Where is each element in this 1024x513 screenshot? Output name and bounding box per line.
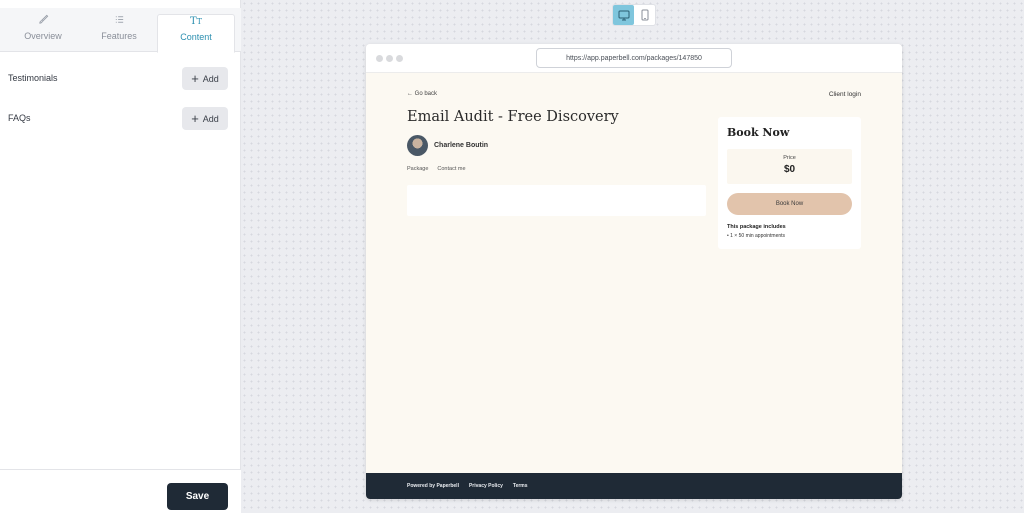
tab-overview-label: Overview [24,31,62,41]
section-faqs-label: FAQs [8,113,31,123]
tab-features-label: Features [101,31,137,41]
book-card-title: Book Now [727,126,790,139]
terms-link[interactable]: Terms [513,483,528,489]
price-label: Price [783,155,796,161]
add-faq-label: Add [202,113,219,124]
plus-icon: + [191,110,199,126]
desktop-icon [618,10,629,20]
tab-content-label: Content [180,32,212,42]
includes-item: • 1 × 50 min appointments [727,233,786,239]
tab-content[interactable]: TT Content [157,14,235,53]
price-value: $0 [783,164,796,175]
device-toggle [612,4,656,26]
section-testimonials: Testimonials + Add [0,67,241,91]
section-testimonials-label: Testimonials [8,73,58,83]
client-login-link[interactable]: Client login [829,91,861,98]
url-bar[interactable]: https://app.paperbell.com/packages/14785… [536,48,732,68]
tab-features[interactable]: Features [80,14,158,52]
tab-overview[interactable]: Overview [4,14,82,52]
includes-title: This package includes [727,224,786,230]
desktop-view-button[interactable] [613,5,634,25]
package-title: Email Audit - Free Discovery [407,109,619,125]
powered-by-text: Powered by Paperbell [407,483,459,489]
avatar [407,135,428,156]
author-name: Charlene Boutin [434,142,489,149]
go-back-link[interactable]: ← Go back [407,91,437,97]
book-now-card: Book Now Price $0 Book Now This package … [718,117,861,249]
list-icon [80,14,158,28]
window-dot-icon [386,55,393,62]
package-subnav: Package Contact me [407,166,466,172]
typography-icon: TT [189,16,202,27]
package-content-box [407,185,706,216]
section-faqs: FAQs + Add [0,107,241,131]
add-testimonial-button[interactable]: + Add [182,67,228,90]
browser-preview: https://app.paperbell.com/packages/14785… [366,44,902,499]
plus-icon: + [191,70,199,86]
window-dot-icon [396,55,403,62]
add-testimonial-label: Add [202,73,219,84]
book-now-button[interactable]: Book Now [727,193,852,215]
subnav-contact-me[interactable]: Contact me [437,166,465,172]
editor-tabs: Overview Features TT Content [0,8,241,53]
preview-footer: Powered by Paperbell Privacy Policy Term… [366,473,902,499]
editor-footer: Save [0,469,241,513]
brush-icon [4,14,82,28]
price-box: Price $0 [727,149,852,184]
window-dot-icon [376,55,383,62]
subnav-package[interactable]: Package [407,166,428,172]
add-faq-button[interactable]: + Add [182,107,228,130]
mobile-icon [641,9,648,21]
save-button[interactable]: Save [167,483,228,510]
editor-panel: Overview Features TT Content Testimonial… [0,0,241,513]
privacy-policy-link[interactable]: Privacy Policy [469,483,503,489]
mobile-view-button[interactable] [634,5,655,25]
browser-toolbar: https://app.paperbell.com/packages/14785… [366,44,902,73]
